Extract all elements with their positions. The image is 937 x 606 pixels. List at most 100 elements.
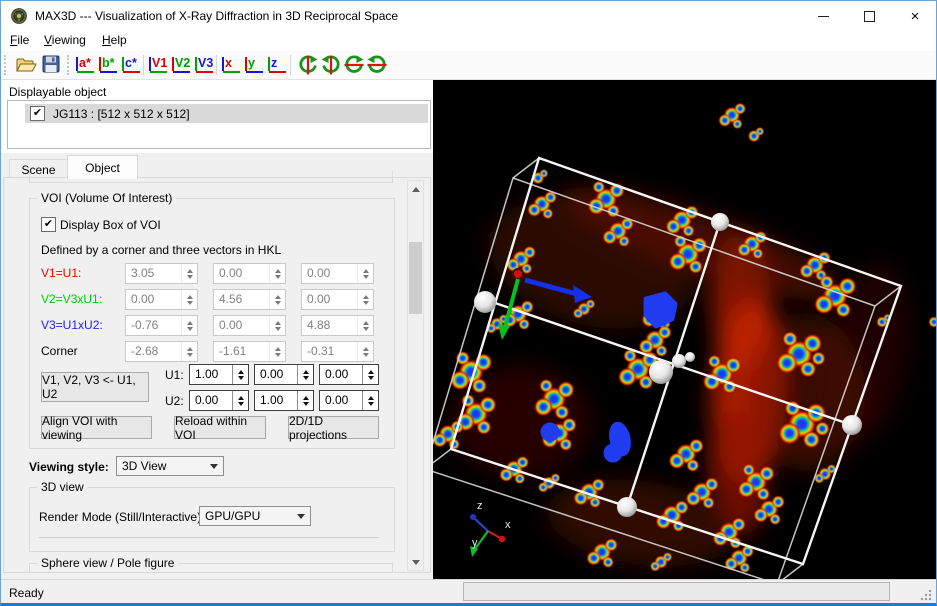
u1-x-spinbox[interactable]: 1.00 — [189, 364, 249, 385]
maximize-button[interactable] — [846, 1, 892, 31]
close-button[interactable]: × — [892, 1, 936, 31]
origin-marker-dot — [512, 268, 524, 280]
save-floppy-icon — [42, 55, 60, 73]
list-item-label: JG113 : [512 x 512 x 512] — [53, 106, 190, 121]
align-voi-button[interactable]: Align VOI with viewing — [41, 414, 152, 442]
toolbar-separator — [143, 55, 144, 75]
y-axis-view-button[interactable]: y — [244, 54, 266, 76]
v1-vector-button[interactable]: V1 — [148, 54, 170, 76]
panel-scrollbar[interactable] — [407, 180, 424, 571]
spin-buttons[interactable] — [269, 316, 285, 335]
set-v-from-u-button[interactable]: V1, V2, V3 <- U1, U2 — [41, 372, 149, 402]
app-icon — [11, 8, 27, 24]
b-star-axis-button[interactable]: b* — [98, 54, 120, 76]
a-star-axis-button[interactable]: a* — [75, 54, 97, 76]
projections-button[interactable]: 2D/1D projections — [288, 414, 379, 442]
u1-z-spinbox[interactable]: 0.00 — [319, 364, 379, 385]
u1-y-spinbox[interactable]: 0.00 — [254, 364, 314, 385]
c-star-axis-button[interactable]: c* — [121, 54, 143, 76]
spin-buttons[interactable] — [297, 391, 313, 410]
v2-y-spinbox[interactable]: 4.56 — [213, 289, 286, 310]
v1-x-spinbox[interactable]: 3.05 — [125, 263, 198, 284]
v3-vector-button[interactable]: V3 — [194, 54, 216, 76]
objects-section-title: Displayable object — [9, 85, 107, 99]
v2-x-spinbox[interactable]: 0.00 — [125, 289, 198, 310]
rotate-cw-vertical-icon — [299, 55, 318, 75]
render-mode-combobox[interactable]: GPU/GPU — [199, 506, 311, 526]
corner-x-spinbox[interactable]: -2.68 — [125, 341, 198, 362]
maximize-icon — [863, 10, 875, 22]
spin-buttons[interactable] — [181, 342, 197, 361]
progress-bar — [463, 582, 890, 601]
spin-buttons[interactable] — [357, 264, 373, 283]
title-bar[interactable]: MAX3D --- Visualization of X-Ray Diffrac… — [1, 1, 936, 31]
spin-buttons[interactable] — [232, 391, 248, 410]
corner-y-spinbox[interactable]: -1.61 — [213, 341, 286, 362]
u2-x-spinbox[interactable]: 0.00 — [189, 390, 249, 411]
reciprocal-space-3d-viewport[interactable]: z x y — [433, 80, 936, 579]
spin-buttons[interactable] — [181, 264, 197, 283]
open-folder-icon — [16, 58, 37, 72]
x-axis-view-button[interactable]: x — [221, 54, 243, 76]
spin-buttons[interactable] — [297, 365, 313, 384]
open-file-button[interactable] — [15, 54, 37, 76]
rotate-ccw-vertical-button[interactable] — [320, 54, 342, 76]
rotate-ccw-horizontal-button[interactable] — [366, 54, 388, 76]
v1-y-spinbox[interactable]: 0.00 — [213, 263, 286, 284]
v1-row-label: V1=U1: — [41, 266, 82, 280]
spin-buttons[interactable] — [357, 290, 373, 309]
rotate-cw-horizontal-button[interactable] — [343, 54, 365, 76]
chevron-down-icon — [411, 559, 420, 565]
u2-label: U2: — [165, 394, 184, 408]
z-axis-view-button[interactable]: z — [267, 54, 289, 76]
save-button[interactable] — [41, 54, 63, 76]
scrollbar-up-button[interactable] — [408, 181, 423, 197]
scrollbar-down-button[interactable] — [408, 554, 423, 570]
resize-grip[interactable] — [920, 589, 932, 601]
spin-buttons[interactable] — [181, 316, 197, 335]
rotate-cw-vertical-button[interactable] — [297, 54, 319, 76]
menu-bar — [1, 31, 936, 51]
v3-x-spinbox[interactable]: -0.76 — [125, 315, 198, 336]
toolbar-gripper[interactable] — [4, 55, 9, 75]
spin-buttons[interactable] — [232, 365, 248, 384]
rotate-cw-horizontal-icon — [344, 55, 364, 73]
list-item[interactable]: ✔ JG113 : [512 x 512 x 512] — [25, 104, 428, 123]
viewing-style-label: Viewing style: — [29, 460, 109, 474]
object-visibility-checkbox[interactable]: ✔ — [30, 106, 45, 121]
v3-y-spinbox[interactable]: 0.00 — [213, 315, 286, 336]
menu-help[interactable]: Help — [102, 33, 127, 47]
corner-z-spinbox[interactable]: -0.31 — [301, 341, 374, 362]
menu-file[interactable]: File — [10, 33, 29, 47]
u2-y-spinbox[interactable]: 1.00 — [254, 390, 314, 411]
reload-within-voi-button[interactable]: Reload within VOI — [174, 414, 266, 442]
spin-buttons[interactable] — [362, 391, 378, 410]
displayable-object-list[interactable]: ✔ JG113 : [512 x 512 x 512] — [7, 100, 431, 149]
voi-group-title: VOI (Volume Of Interest) — [37, 191, 177, 205]
spin-buttons[interactable] — [357, 342, 373, 361]
y-axis-label: y — [472, 537, 478, 549]
toolbar-separator — [216, 55, 217, 75]
display-box-voi-checkbox[interactable]: ✔ — [41, 217, 56, 232]
v2-z-spinbox[interactable]: 0.00 — [301, 289, 374, 310]
menu-viewing[interactable]: Viewing — [44, 33, 86, 47]
spin-buttons[interactable] — [269, 342, 285, 361]
v2-vector-button[interactable]: V2 — [171, 54, 193, 76]
window-title: MAX3D --- Visualization of X-Ray Diffrac… — [35, 9, 399, 23]
chevron-up-icon — [411, 186, 420, 192]
spin-buttons[interactable] — [181, 290, 197, 309]
scrollbar-thumb[interactable] — [409, 242, 422, 314]
spin-buttons[interactable] — [269, 290, 285, 309]
tab-object[interactable]: Object — [67, 155, 138, 179]
toolbar-gripper[interactable] — [67, 55, 72, 75]
minimize-button[interactable] — [800, 1, 846, 31]
v3-z-spinbox[interactable]: 4.88 — [301, 315, 374, 336]
status-text: Ready — [9, 586, 44, 600]
spin-buttons[interactable] — [269, 264, 285, 283]
u2-z-spinbox[interactable]: 0.00 — [319, 390, 379, 411]
spin-buttons[interactable] — [362, 365, 378, 384]
viewing-style-combobox[interactable]: 3D View — [116, 456, 224, 476]
spin-buttons[interactable] — [357, 316, 373, 335]
v1-z-spinbox[interactable]: 0.00 — [301, 263, 374, 284]
x-axis-tip — [498, 535, 506, 543]
